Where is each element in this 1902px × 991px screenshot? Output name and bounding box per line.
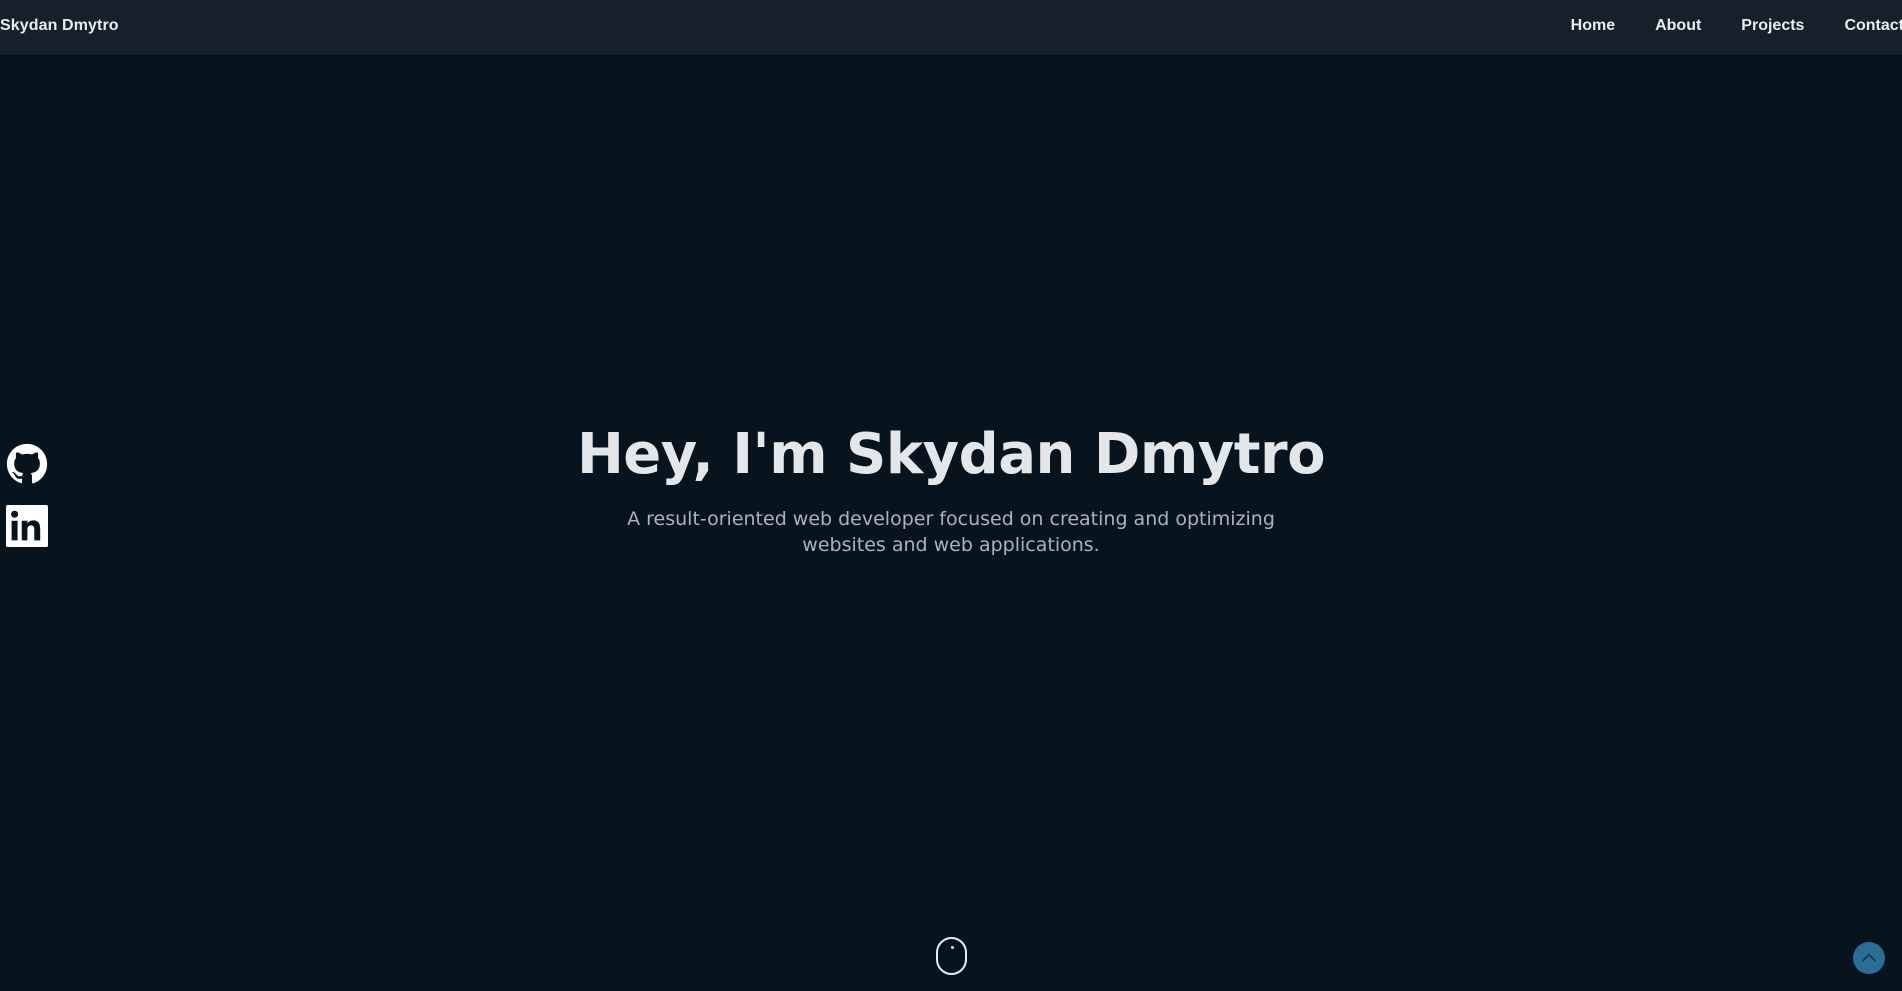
brand-logo-link[interactable]: Skydan Dmytro <box>0 17 119 35</box>
nav-link-projects[interactable]: Projects <box>1741 17 1804 35</box>
hero-section: Hey, I'm Skydan Dmytro A result-oriented… <box>0 420 1902 558</box>
mouse-scroll-icon[interactable] <box>936 937 967 975</box>
nav-link-home[interactable]: Home <box>1571 17 1615 35</box>
chevron-up-icon <box>1862 953 1876 962</box>
nav-link-about[interactable]: About <box>1655 17 1701 35</box>
page: Skydan Dmytro Home About Projects Contac… <box>0 0 1902 991</box>
scroll-to-top-button[interactable] <box>1853 942 1885 974</box>
scroll-wheel-dot <box>950 946 954 949</box>
nav-links: Home About Projects Contact <box>1571 17 1902 35</box>
hero-subtitle: A result-oriented web developer focused … <box>627 508 1275 556</box>
navbar: Skydan Dmytro Home About Projects Contac… <box>0 0 1902 55</box>
nav-link-contact[interactable]: Contact <box>1844 17 1902 35</box>
hero-title: Hey, I'm Skydan Dmytro <box>576 422 1326 487</box>
